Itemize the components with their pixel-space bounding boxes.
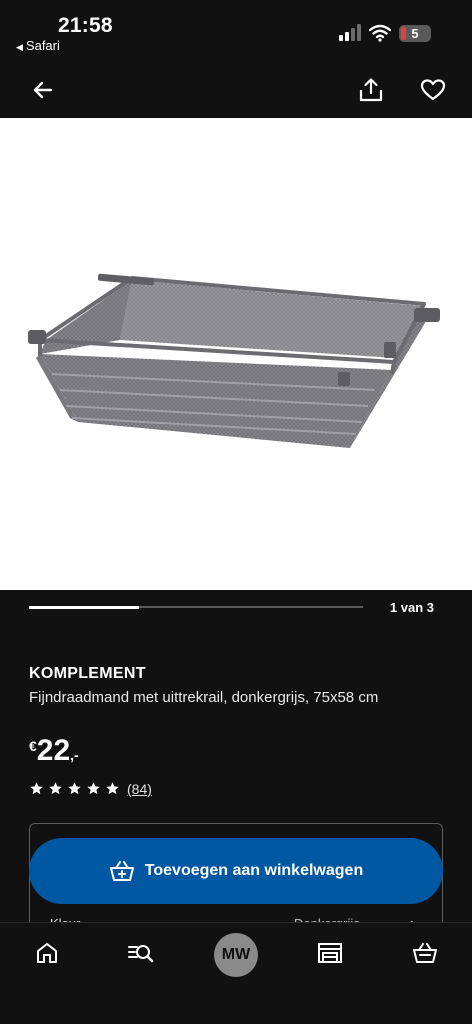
cart-icon[interactable]: [411, 939, 439, 967]
app-header: [0, 62, 472, 118]
star-icon: [87, 782, 100, 795]
star-icon: [68, 782, 81, 795]
search-icon[interactable]: [127, 939, 155, 967]
account-avatar[interactable]: MW: [214, 933, 258, 977]
star-icon: [49, 782, 62, 795]
cellular-signal-icon: [339, 24, 361, 41]
product-description: Fijndraadmand met uittrekrail, donkergri…: [29, 689, 379, 706]
cart-add-icon: [109, 861, 134, 881]
back-triangle-icon: ◀: [16, 42, 23, 52]
carousel-progress-track: [29, 605, 363, 609]
home-icon[interactable]: [33, 939, 61, 967]
product-rating[interactable]: (84): [29, 780, 152, 800]
star-icon: [30, 782, 43, 795]
wire-basket-illustration: [28, 273, 440, 448]
status-bar: 21:58 ◀ Safari 5: [0, 0, 472, 62]
battery-level: 5: [411, 26, 419, 41]
price-amount: 22: [36, 734, 71, 767]
product-image[interactable]: [0, 118, 472, 590]
price-decimals: ,-: [70, 747, 79, 763]
battery-indicator: 5: [399, 25, 431, 42]
wifi-icon: [369, 24, 391, 42]
price-currency: €: [29, 738, 37, 754]
product-price: €22,-: [29, 734, 79, 768]
back-app-label: Safari: [25, 38, 60, 53]
heart-icon[interactable]: [419, 76, 447, 104]
carousel-counter: 1 van 3: [389, 600, 434, 615]
store-icon[interactable]: [316, 939, 344, 967]
carousel-progress-fill: [29, 605, 140, 609]
rating-stars: [29, 780, 124, 797]
bottom-navigation: MW: [0, 922, 472, 1024]
review-count-link[interactable]: (84): [127, 781, 152, 797]
add-to-cart-button[interactable]: Toevoegen aan winkelwagen: [29, 838, 443, 904]
arrow-left-icon[interactable]: [29, 76, 57, 104]
add-to-cart-label: Toevoegen aan winkelwagen: [144, 862, 364, 879]
back-to-app-link[interactable]: ◀ Safari: [16, 38, 60, 53]
image-carousel-indicator: 1 van 3: [0, 590, 472, 630]
product-brand: KOMPLEMENT: [29, 665, 146, 682]
star-icon: [106, 782, 119, 795]
status-time: 21:58: [58, 14, 113, 37]
share-icon[interactable]: [357, 76, 385, 104]
